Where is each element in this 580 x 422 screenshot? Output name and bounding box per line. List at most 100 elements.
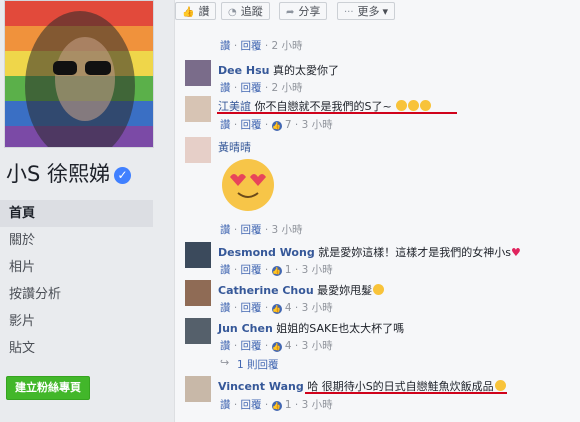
comment-like-link[interactable]: 讚 [220,119,231,131]
comment-body: Catherine Chou 最愛妳甩髮 [218,282,385,298]
comment-time[interactable]: 3 小時 [302,340,333,352]
reply-arrow-icon: ↪ [220,357,230,369]
rainbow-profile-image [5,1,153,147]
avatar[interactable] [185,318,211,344]
avatar[interactable] [185,60,211,86]
comment-like-link[interactable]: 讚 [220,340,231,352]
page-action-bar: 👍 讚 ◔ 追蹤 ➦ 分享 ··· 更多 ▾ [175,0,580,25]
avatar[interactable] [185,280,211,306]
nav-item-photos[interactable]: 相片 [0,254,153,281]
comment-author[interactable]: 黃晴晴 [218,141,251,154]
comment-reply-link[interactable]: 回覆 [241,224,262,236]
heart-eyes-emoji-icon [222,159,274,211]
comment-reply-link[interactable]: 回覆 [241,302,262,314]
like-count[interactable]: 1 [285,399,292,411]
comment-meta: 讚 · 回覆 · 2 小時 [220,82,303,94]
grinning-emoji-icon [420,100,432,111]
comment-meta: 讚 · 回覆 · 👍 7 · 3 小時 [220,119,333,131]
more-button[interactable]: ··· 更多 ▾ [337,2,396,20]
comment-text: 姐姐的SAKE也太大杯了嗎 [276,322,405,335]
tears-of-joy-emoji-icon [494,380,506,391]
nav-item-home[interactable]: 首頁 [0,200,153,227]
like-badge-icon: 👍 [271,304,282,314]
comment-time[interactable]: 3 小時 [302,264,333,276]
comment-time[interactable]: 3 小時 [302,399,333,411]
nav-item-about[interactable]: 關於 [0,227,153,254]
comment-meta: 讚 · 回覆 · 👍 4 · 3 小時 [220,340,333,352]
heart-icon: ♥ [510,246,521,259]
follow-button[interactable]: ◔ 追蹤 [221,2,270,20]
highlight-underline [305,392,507,394]
comment-like-link[interactable]: 讚 [220,264,231,276]
comment-time[interactable]: 2 小時 [272,82,303,94]
comment-reply-link[interactable]: 回覆 [241,119,262,131]
comment-text: 真的太愛你了 [272,64,339,77]
comment-reply-link[interactable]: 回覆 [241,40,262,52]
comment-time[interactable]: 3 小時 [302,119,333,131]
like-badge-icon: 👍 [271,121,282,131]
comment-author[interactable]: Desmond Wong [218,246,315,259]
comment-meta: 讚 · 回覆 · 👍 1 · 3 小時 [220,399,333,411]
comment-time[interactable]: 3 小時 [302,302,333,314]
comment-reply-link[interactable]: 回覆 [241,264,262,276]
avatar[interactable] [185,376,211,402]
thumbs-up-icon: 👍 [182,7,195,18]
nav-item-videos[interactable]: 影片 [0,308,153,335]
comment-text: 就是愛妳這樣！這樣才是我們的女神小s [318,246,511,259]
hair-flip-emoji-icon [373,284,385,295]
avatar[interactable] [185,137,211,163]
view-replies-link[interactable]: 1 則回覆 [237,357,279,372]
comment-time[interactable]: 2 小時 [272,40,303,52]
like-badge-icon: 👍 [271,401,282,411]
view-replies-label[interactable]: 1 則回覆 [237,359,279,371]
share-label: 分享 [298,5,321,18]
avatar[interactable] [185,96,211,122]
nav-item-likes[interactable]: 按讚分析 [0,281,153,308]
comment-author[interactable]: Dee Hsu [218,64,269,77]
comment-meta: 讚 · 回覆 · 👍 4 · 3 小時 [220,302,333,314]
comment-author[interactable]: Catherine Chou [218,284,314,297]
like-badge-icon: 👍 [271,342,282,352]
comment-reply-link[interactable]: 回覆 [241,399,262,411]
highlight-underline [217,112,457,114]
check-icon: ✓ [114,167,132,184]
page-title: 小S 徐熙娣 ✓ [6,158,132,188]
comment-body: Desmond Wong 就是愛妳這樣！這樣才是我們的女神小s♥ [218,244,521,260]
comments-list: 讚 · 回覆 · 2 小時 Dee Hsu 真的太愛你了 讚 · 回覆 · 2 … [175,24,580,422]
profile-sidebar: 小S 徐熙娣 ✓ 首頁 關於 相片 按讚分析 影片 貼文 建立粉絲專頁 [0,0,163,422]
nav-item-posts[interactable]: 貼文 [0,335,153,362]
comment-meta: 讚 · 回覆 · 👍 1 · 3 小時 [220,264,333,276]
comment-body: Dee Hsu 真的太愛你了 [218,62,339,78]
comment-like-link[interactable]: 讚 [220,224,231,236]
rss-icon: ◔ [228,7,237,18]
more-label: 更多 [357,5,380,18]
share-button[interactable]: ➦ 分享 [279,2,328,20]
comment-author[interactable]: Jun Chen [218,322,273,335]
comment-meta: 讚 · 回覆 · 3 小時 [220,224,303,236]
avatar[interactable] [185,242,211,268]
like-page-button[interactable]: 👍 讚 [175,2,217,20]
comment-like-link[interactable]: 讚 [220,399,231,411]
like-count[interactable]: 7 [285,119,292,131]
comment-like-link[interactable]: 讚 [220,302,231,314]
caret-down-icon: ▾ [382,5,389,18]
comment-like-link[interactable]: 讚 [220,40,231,52]
comment-body: 黃晴晴 [218,139,251,155]
comment-author[interactable]: Vincent Wang [218,380,304,393]
create-page-button[interactable]: 建立粉絲專頁 [6,376,90,400]
profile-name: 小S 徐熙娣 [6,162,111,186]
share-arrow-icon: ➦ [286,7,295,18]
grinning-emoji-icon [396,100,408,111]
ellipsis-icon: ··· [344,7,354,18]
comment-like-link[interactable]: 讚 [220,82,231,94]
profile-picture[interactable] [4,0,154,148]
like-count[interactable]: 4 [285,340,292,352]
comment-reply-link[interactable]: 回覆 [241,340,262,352]
comment-body: Jun Chen 姐姐的SAKE也太大杯了嗎 [218,320,404,336]
like-count[interactable]: 4 [285,302,292,314]
like-count[interactable]: 1 [285,264,292,276]
comment-time[interactable]: 3 小時 [272,224,303,236]
page-nav: 首頁 關於 相片 按讚分析 影片 貼文 [0,200,153,362]
like-badge-icon: 👍 [271,266,282,276]
comment-reply-link[interactable]: 回覆 [241,82,262,94]
